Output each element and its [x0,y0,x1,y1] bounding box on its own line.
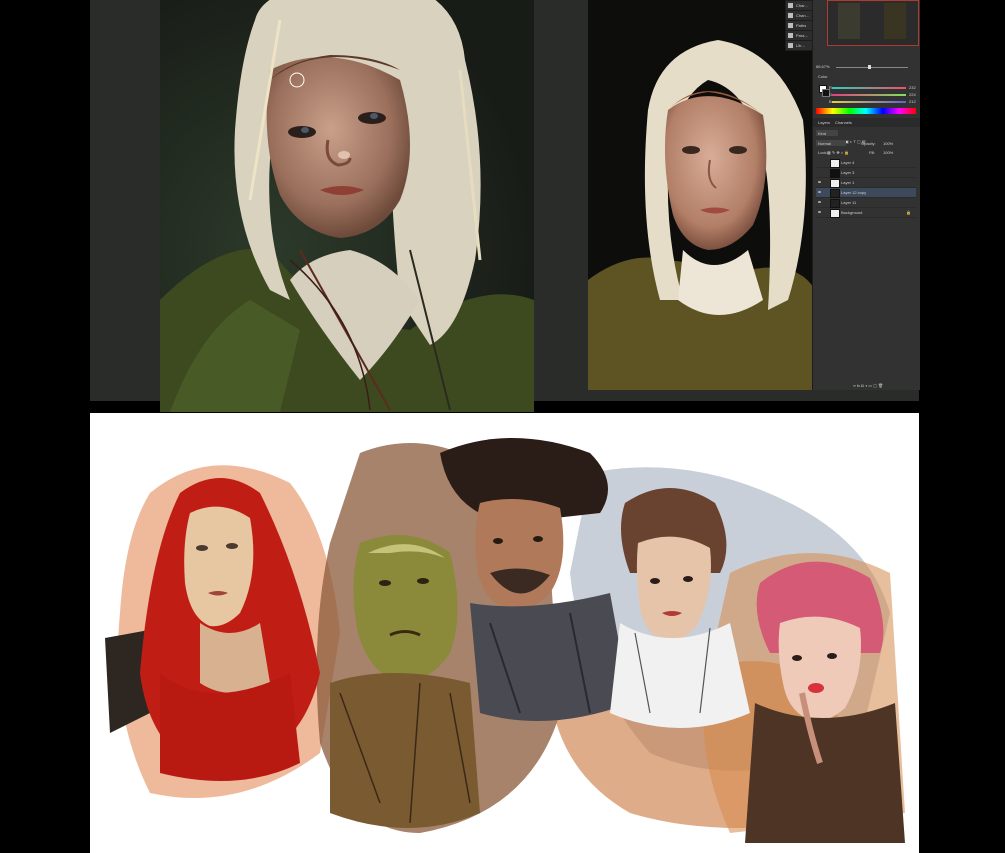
opacity-value[interactable]: 100% [883,141,893,146]
layer-row[interactable]: Layer 3 [816,168,916,178]
painting-canvas[interactable] [160,0,534,412]
layer-name: Layer 3 [841,170,855,175]
channels-icon [788,13,793,18]
navigator-thumb-left [838,3,860,39]
tool-label: Chan… [796,13,810,18]
zoom-slider-handle[interactable] [868,65,871,69]
photoshop-panels: Char… Chan… Paths Para… Lib… 66.67% Colo… [785,0,920,390]
fill-value[interactable]: 100% [883,150,893,155]
navigator-preview[interactable] [827,0,919,46]
tool-label: Lib… [796,43,806,48]
channel-value-g[interactable]: 224 [909,92,916,97]
portrait-studies-artwork [90,413,919,853]
visibility-eye-icon[interactable] [818,201,821,203]
lock-icon: 🔒 [906,210,911,215]
paragraph-icon [788,33,793,38]
tool-label: Char… [796,3,809,8]
layer-thumbnail [830,189,840,198]
portrait-studies-sheet [90,413,919,853]
layers-panel-footer: ∞ fx ◘ ◑ ▭ ▢ 🗑 [853,374,917,388]
layer-thumbnail [830,159,840,168]
blend-mode-select[interactable]: Normal [816,140,846,146]
layer-thumbnail [830,209,840,218]
fill-label: Fill: [869,150,876,155]
libraries-icon [788,43,793,48]
zoom-slider[interactable] [836,67,908,68]
tab-layers[interactable]: Layers [818,120,830,125]
layer-row[interactable]: Layer 11 [816,198,916,208]
layer-thumbnail [830,169,840,178]
blue-slider[interactable] [832,101,906,103]
kind-label: Kind [818,131,827,136]
layer-thumbnail [830,199,840,208]
layer-action-icons[interactable]: ∞ fx ◘ ◑ ▭ ▢ 🗑 [853,383,883,388]
layer-name: Layer 11 [841,200,857,205]
reference-portrait-artwork [588,0,815,390]
painted-study-artwork [160,0,534,412]
tab-channels[interactable]: Channels [835,120,852,125]
visibility-eye-icon[interactable] [818,181,821,183]
layer-row[interactable]: Layer 4 [816,158,916,168]
character-icon [788,3,793,8]
layer-row[interactable]: Background 🔒 [816,208,916,218]
layer-row[interactable]: Layer 1 [816,178,916,188]
navigator-zoom-bar[interactable]: 66.67% [816,64,916,70]
tool-label: Paths [796,23,807,28]
color-panel-tab[interactable]: Color [818,74,828,79]
layer-filter-kind[interactable]: Kind [816,130,838,136]
color-spectrum-ramp[interactable] [816,108,916,114]
layer-name: Background [841,210,863,215]
layers-panel-tabbar: Layers Channels [813,118,920,127]
visibility-eye-icon[interactable] [818,211,821,213]
layer-name: Layer 12 copy [841,190,867,195]
navigator-thumb-right [884,3,906,39]
layer-row-selected[interactable]: Layer 12 copy [816,188,916,198]
visibility-eye-icon[interactable] [818,191,821,193]
layer-name: Layer 4 [841,160,855,165]
blend-mode-value: Normal [818,141,831,146]
layer-name: Layer 1 [841,180,855,185]
opacity-label: Opacity: [861,141,876,146]
layer-filter-icons[interactable]: ▣ ◐ T ▢ ▤ [845,130,885,144]
libraries-panel-button[interactable]: Lib… [785,40,813,51]
paths-icon [788,23,793,28]
zoom-readout: 66.67% [816,64,830,69]
red-slider[interactable] [832,87,906,89]
channel-value-b[interactable]: 212 [909,99,916,104]
reference-image-canvas[interactable] [588,0,815,390]
channel-value-r[interactable]: 232 [909,85,916,90]
green-slider[interactable] [832,94,906,96]
lock-icons[interactable]: ▦ ✎ ✥ ⌂ 🔒 [827,150,849,155]
tool-label: Para… [796,33,809,38]
layer-thumbnail [830,179,840,188]
